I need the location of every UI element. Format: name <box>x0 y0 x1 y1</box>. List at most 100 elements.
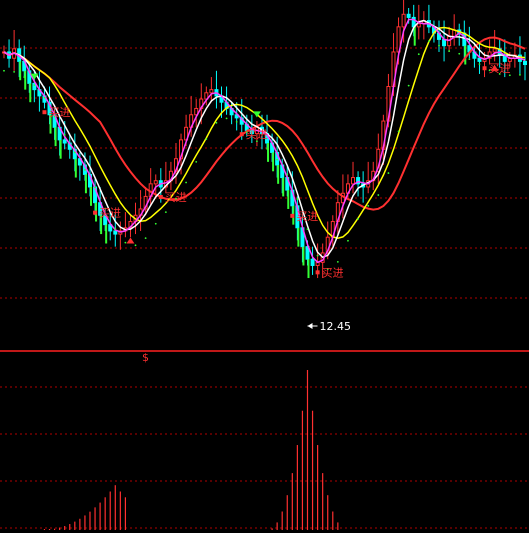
candle-body <box>62 139 67 144</box>
candle <box>168 161 173 191</box>
buy-signal-dot <box>482 66 487 71</box>
buy-signal-label: 买进 <box>489 62 511 75</box>
candle-body <box>401 13 406 28</box>
trail-dot <box>427 40 430 43</box>
candle-body <box>477 57 482 62</box>
candle <box>366 161 371 194</box>
stock-chart: 买进 买进 买进 买进 买进 买进 买进 12.45 $ <box>0 0 529 533</box>
buy-signal: 买进 <box>93 207 121 220</box>
candle <box>214 70 219 109</box>
trail-dot <box>478 63 481 65</box>
trail-dot <box>407 84 410 87</box>
candle-body <box>209 89 214 94</box>
trail-dot <box>519 73 521 76</box>
candle <box>492 29 497 62</box>
buy-signal-label: 买进 <box>246 128 268 141</box>
candle-body <box>492 48 497 53</box>
trail-dot <box>63 134 66 136</box>
candle-body <box>406 13 411 18</box>
trail-dot <box>84 169 86 171</box>
trail-dot <box>195 160 198 163</box>
buy-signal-label: 买进 <box>99 207 121 220</box>
arrow-left-icon <box>307 323 313 329</box>
trail-dot <box>205 138 208 140</box>
trail-dot <box>134 244 137 247</box>
trail-dot <box>94 186 96 189</box>
low-marker-label: 12.45 <box>319 320 351 333</box>
candle <box>426 4 431 34</box>
candle <box>123 212 128 238</box>
trail-dot <box>3 69 5 72</box>
candle <box>194 99 199 128</box>
trail-dot <box>215 121 218 124</box>
candle <box>335 190 340 235</box>
trail-dot <box>286 173 289 176</box>
trail-dot <box>438 44 440 47</box>
trail-dot <box>306 228 309 231</box>
buy-signal-dot <box>315 270 320 275</box>
trail-dot <box>73 151 76 154</box>
candle <box>351 161 356 194</box>
buy-signal-dot <box>239 132 244 137</box>
trail-dot <box>367 204 370 207</box>
buy-signal: 买进 <box>239 128 268 141</box>
buy-signal-dot <box>290 213 295 218</box>
candle <box>487 39 492 65</box>
indicator-panel: $ <box>0 350 529 530</box>
candle-body <box>416 23 421 28</box>
trail-dot <box>417 53 420 56</box>
buy-signal: 买进 <box>290 210 318 223</box>
trail-dot <box>397 130 400 133</box>
trail-dot <box>114 227 117 230</box>
candle <box>361 171 366 203</box>
candle <box>437 20 442 52</box>
buy-signal-label: 买进 <box>48 106 70 119</box>
buy-signal-label: 买进 <box>296 210 318 223</box>
trail-dot <box>316 254 319 257</box>
trail-dot <box>347 239 349 242</box>
candle <box>421 11 426 40</box>
buy-signal-dot <box>42 110 47 115</box>
trail-dot <box>387 172 390 174</box>
buy-signal: 买进 <box>42 106 70 119</box>
trail-dot <box>296 198 299 200</box>
ma-line <box>3 36 526 211</box>
trail-dot <box>235 121 238 123</box>
trail-dot <box>144 237 147 240</box>
trail-dot <box>154 222 157 225</box>
trail-dot <box>33 84 36 87</box>
indicator-marker: $ <box>142 351 149 364</box>
candle <box>442 20 447 62</box>
trail-dot <box>164 211 167 214</box>
candle-body <box>113 230 118 235</box>
trail-dot <box>124 241 127 244</box>
buy-signal-label: 买进 <box>322 266 344 279</box>
trail-dot <box>468 58 471 61</box>
trail-dot <box>23 76 26 78</box>
candle <box>517 36 522 74</box>
candle-body <box>523 60 527 66</box>
trail-dot <box>377 194 380 196</box>
trail-dot <box>458 52 461 55</box>
trail-dot <box>225 117 228 120</box>
buy-signal-dot <box>93 210 98 215</box>
candle <box>138 190 143 231</box>
candle <box>163 161 168 194</box>
trail-dot <box>276 158 279 161</box>
candle-body <box>351 177 356 185</box>
candle-body <box>310 258 315 266</box>
trail-dot <box>266 147 268 150</box>
candle <box>310 246 315 275</box>
trail-dot <box>185 181 187 184</box>
candle-body <box>153 180 158 185</box>
buy-signal: 买进 <box>315 266 344 279</box>
candle <box>523 51 527 81</box>
price-panel: 买进买进买进买进买进买进买进12.45 <box>0 0 529 333</box>
up-arrow-icon <box>126 237 135 244</box>
buy-signal-label: 买进 <box>165 191 187 204</box>
trail-dot <box>43 96 46 99</box>
candle <box>12 29 17 71</box>
trail-dot <box>448 50 451 52</box>
trail-dot <box>357 217 359 220</box>
trail-dot <box>336 260 339 263</box>
